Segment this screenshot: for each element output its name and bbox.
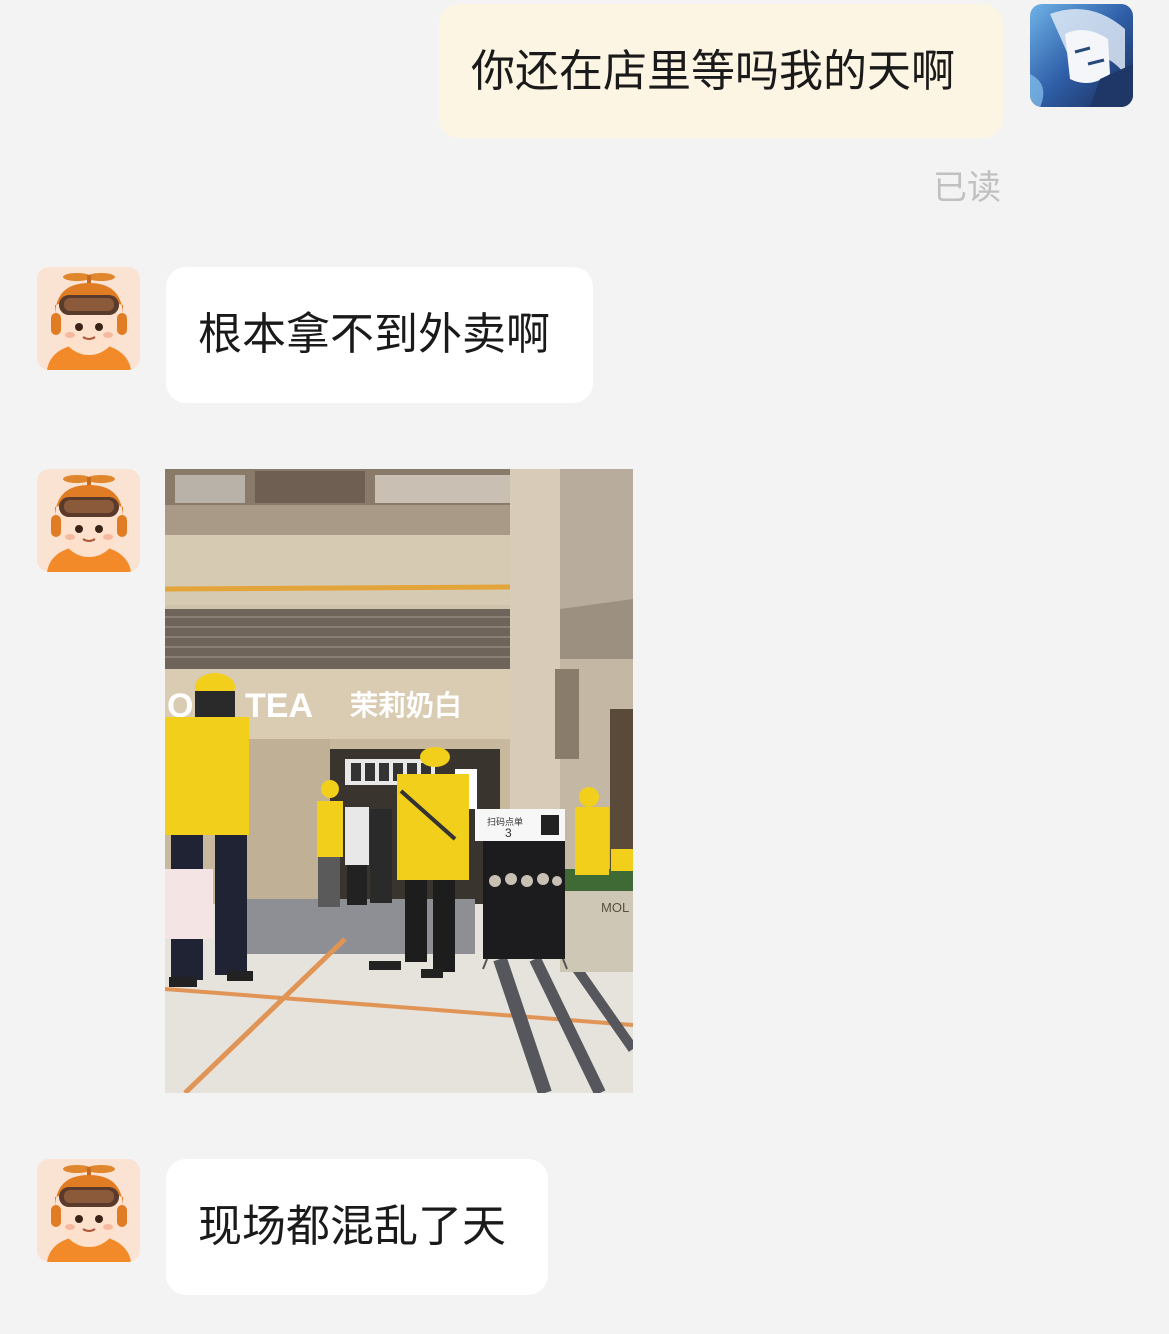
courier-avatar[interactable] xyxy=(37,267,140,370)
message-text: 你还在店里等吗我的天啊 xyxy=(471,46,955,97)
message-text: 现场都混乱了天 xyxy=(198,1201,506,1252)
store-name: 茉莉奶白 xyxy=(350,689,462,722)
planter-logo: MOL xyxy=(601,900,629,915)
message-image[interactable]: O TEA 茉莉奶白 MOL 扫码点单 3 xyxy=(165,469,633,1093)
message-bubble-self[interactable]: 你还在店里等吗我的天啊 xyxy=(439,4,1003,138)
message-bubble-other[interactable]: 根本拿不到外卖啊 xyxy=(166,267,593,403)
read-receipt: 已读 xyxy=(933,168,1001,208)
message-bubble-other[interactable]: 现场都混乱了天 xyxy=(166,1159,548,1295)
courier-avatar[interactable] xyxy=(37,1159,140,1262)
message-text: 根本拿不到外卖啊 xyxy=(198,309,550,360)
courier-avatar[interactable] xyxy=(37,469,140,572)
user-avatar[interactable] xyxy=(1030,4,1133,107)
store-logo: TEA xyxy=(245,687,313,725)
poster-number: 3 xyxy=(505,826,512,840)
